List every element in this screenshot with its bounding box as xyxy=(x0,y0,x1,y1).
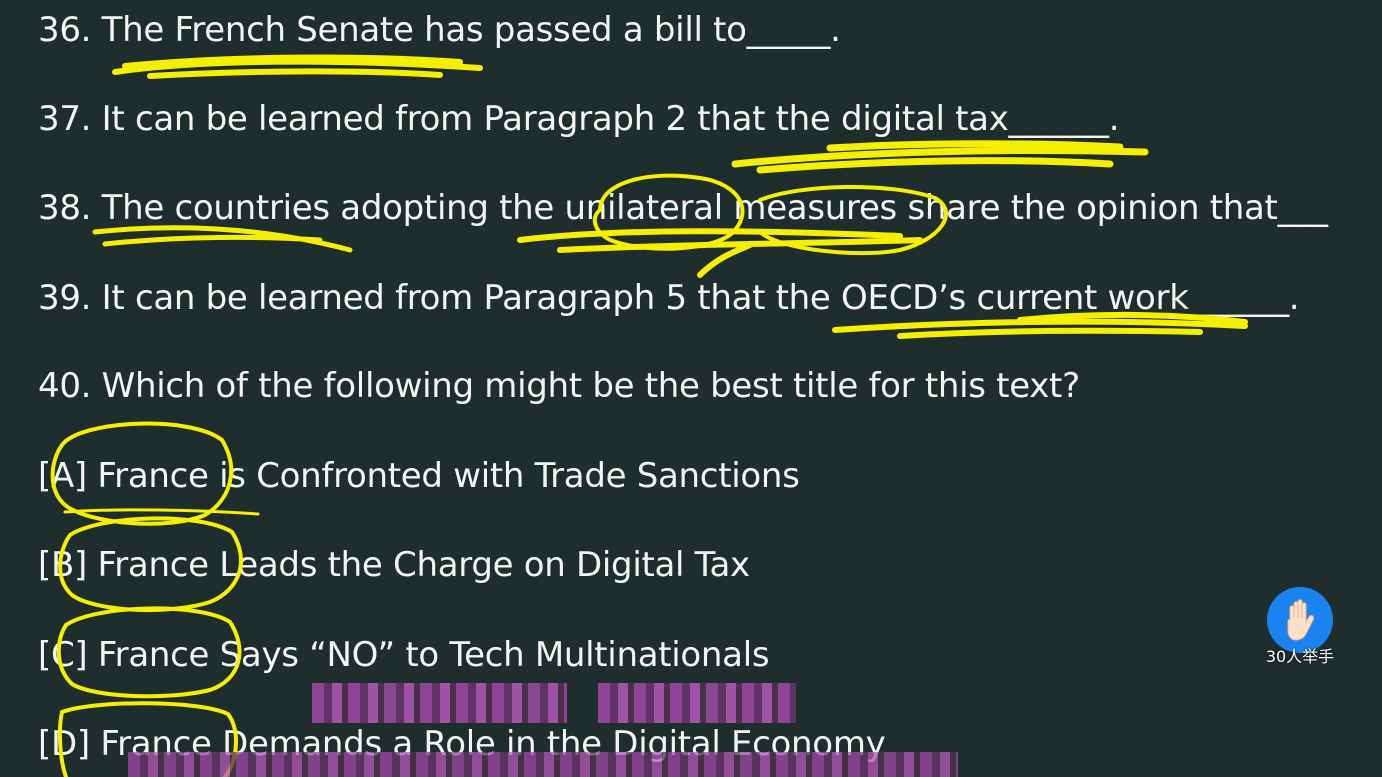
question-36: 36. The French Senate has passed a bill … xyxy=(38,10,841,50)
option-b: [B] France Leads the Charge on Digital T… xyxy=(38,545,750,585)
underline-q38-subject xyxy=(92,225,353,253)
underline-q37 xyxy=(731,140,1149,174)
raise-hand-count: 30人举手 xyxy=(1265,647,1335,666)
blurred-caption xyxy=(128,752,958,777)
underline-q38-measures xyxy=(517,228,923,278)
underline-q39 xyxy=(832,311,1248,339)
blurred-caption xyxy=(598,683,796,723)
question-39: 39. It can be learned from Paragraph 5 t… xyxy=(38,278,1300,318)
lecture-slide: 36. The French Senate has passed a bill … xyxy=(0,0,1382,777)
blurred-caption xyxy=(312,683,567,723)
question-40: 40. Which of the following might be the … xyxy=(38,366,1080,406)
underline-q36 xyxy=(112,54,483,79)
question-37: 37. It can be learned from Paragraph 2 t… xyxy=(38,99,1120,139)
underline-option-a xyxy=(63,508,260,516)
raised-hand-icon xyxy=(1287,599,1314,641)
question-38: 38. The countries adopting the unilatera… xyxy=(38,188,1328,228)
option-c: [C] France Says “NO” to Tech Multination… xyxy=(38,635,770,675)
option-a: [A] France is Confronted with Trade Sanc… xyxy=(38,456,800,496)
